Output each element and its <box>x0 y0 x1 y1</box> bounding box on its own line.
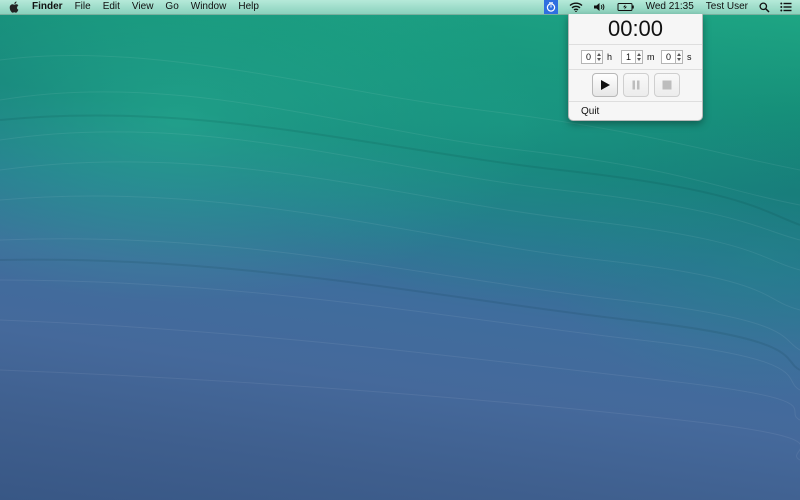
divider <box>569 44 702 45</box>
stop-icon <box>662 80 672 90</box>
battery-icon[interactable] <box>612 0 640 14</box>
stop-button[interactable] <box>654 73 680 97</box>
hours-unit-label: h <box>607 52 613 62</box>
menu-window[interactable]: Window <box>185 0 233 14</box>
seconds-stepper[interactable] <box>676 50 683 64</box>
menu-view[interactable]: View <box>126 0 160 14</box>
seconds-unit-label: s <box>687 52 692 62</box>
divider <box>569 69 702 70</box>
hours-stepper[interactable] <box>596 50 603 64</box>
minutes-unit-label: m <box>647 52 655 62</box>
menu-bar: Finder File Edit View Go Window Help Wed… <box>0 0 800 15</box>
notification-center-icon[interactable] <box>775 0 800 14</box>
hours-control: 0 h <box>581 49 612 65</box>
volume-icon[interactable] <box>588 0 612 14</box>
timer-display: 00:00 <box>607 16 664 41</box>
play-button[interactable] <box>592 73 618 97</box>
seconds-control: 0 s <box>661 49 692 65</box>
wifi-icon[interactable] <box>564 0 588 14</box>
pause-icon <box>632 80 640 90</box>
seconds-field[interactable]: 0 <box>661 50 676 64</box>
timer-icon[interactable] <box>543 0 558 14</box>
menu-app-finder[interactable]: Finder <box>26 0 69 14</box>
minutes-stepper[interactable] <box>636 50 643 64</box>
minutes-field[interactable]: 1 <box>621 50 636 64</box>
minutes-control: 1 m <box>621 49 655 65</box>
timer-controls <box>569 73 702 99</box>
menu-extras: Wed 21:35 Test User <box>543 0 800 14</box>
play-icon <box>601 80 610 90</box>
hours-field[interactable]: 0 <box>581 50 596 64</box>
quit-menu-item[interactable]: Quit <box>581 106 599 117</box>
menu-user[interactable]: Test User <box>700 0 754 14</box>
menu-clock[interactable]: Wed 21:35 <box>640 0 700 14</box>
menu-help[interactable]: Help <box>232 0 265 14</box>
divider <box>569 101 702 102</box>
duration-steppers: 0 h 1 m 0 s <box>569 49 702 65</box>
pause-button[interactable] <box>623 73 649 97</box>
spotlight-icon[interactable] <box>754 0 775 14</box>
menu-edit[interactable]: Edit <box>97 0 126 14</box>
apple-menu-icon[interactable] <box>8 0 20 14</box>
menu-go[interactable]: Go <box>159 0 184 14</box>
timer-popover: 00:00 0 h 1 m 0 s Quit <box>568 14 703 121</box>
menu-file[interactable]: File <box>69 0 97 14</box>
